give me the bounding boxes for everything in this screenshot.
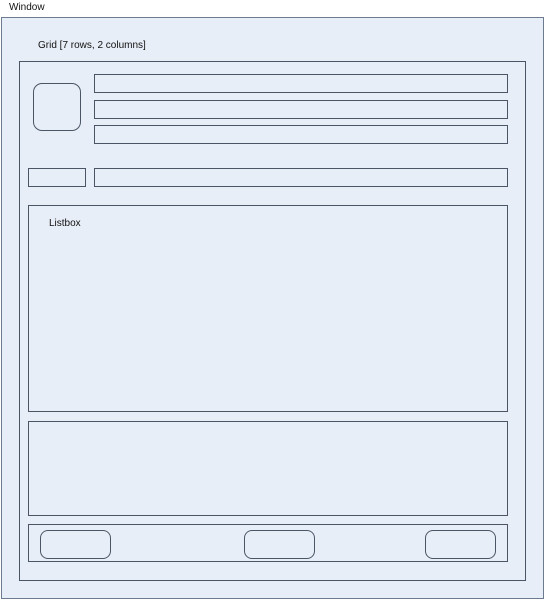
- button-bar: [28, 524, 508, 562]
- wireframe-canvas: Window Grid [7 rows, 2 columns] Listbox: [0, 0, 545, 600]
- grid-label: Grid [7 rows, 2 columns]: [38, 40, 146, 51]
- left-button[interactable]: [40, 530, 111, 559]
- text-field-1[interactable]: [94, 74, 508, 93]
- text-field-4[interactable]: [94, 168, 508, 187]
- middle-button[interactable]: [244, 530, 315, 559]
- right-button[interactable]: [425, 530, 496, 559]
- text-field-2[interactable]: [94, 100, 508, 119]
- label-placeholder: [28, 168, 86, 187]
- text-field-3[interactable]: [94, 125, 508, 144]
- image-placeholder: [33, 83, 81, 131]
- window-title: Window: [9, 2, 45, 13]
- listbox[interactable]: Listbox: [28, 205, 508, 412]
- listbox-label: Listbox: [49, 218, 81, 229]
- text-area[interactable]: [28, 421, 508, 516]
